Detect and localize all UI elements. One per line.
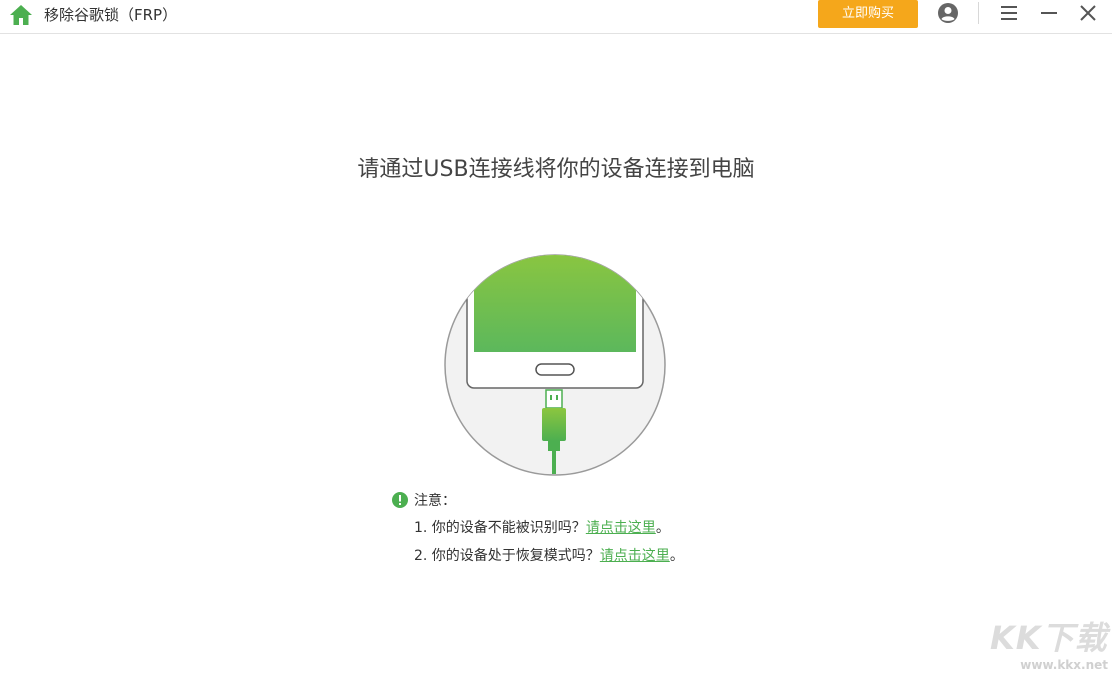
app-title: 移除谷歌锁（FRP） (44, 5, 177, 25)
minimize-icon[interactable] (1039, 4, 1059, 22)
note-text: 2. 你的设备处于恢复模式吗？ (414, 548, 600, 564)
watermark-url: www.kkx.net (990, 658, 1108, 672)
phone-usb-illustration (443, 253, 667, 477)
note-text: 1. 你的设备不能被识别吗？ (414, 520, 586, 536)
notes-section: 注意： 1. 你的设备不能被识别吗？请点击这里。 2. 你的设备处于恢复模式吗？… (392, 490, 792, 566)
titlebar-divider (978, 2, 979, 24)
note-end: 。 (656, 520, 670, 536)
home-icon[interactable] (9, 3, 33, 27)
watermark-logo: KK下载 (990, 620, 1108, 656)
note-item-recovery-mode: 2. 你的设备处于恢复模式吗？请点击这里。 (414, 546, 792, 566)
menu-icon[interactable] (999, 4, 1019, 22)
buy-now-button[interactable]: 立即购买 (818, 0, 918, 28)
title-bar: 移除谷歌锁（FRP） 立即购买 (0, 0, 1112, 34)
warning-icon (392, 492, 408, 508)
note-end: 。 (670, 548, 684, 564)
watermark: KK下载 www.kkx.net (990, 620, 1108, 678)
close-icon[interactable] (1078, 3, 1098, 23)
notes-heading: 注意： (414, 490, 456, 510)
notes-header: 注意： (392, 490, 792, 510)
click-here-link-recovery[interactable]: 请点击这里 (600, 548, 670, 564)
click-here-link-unrecognized[interactable]: 请点击这里 (586, 520, 656, 536)
connect-instruction: 请通过USB连接线将你的设备连接到电脑 (0, 155, 1112, 185)
user-icon[interactable] (937, 2, 959, 24)
note-item-unrecognized: 1. 你的设备不能被识别吗？请点击这里。 (414, 518, 792, 538)
